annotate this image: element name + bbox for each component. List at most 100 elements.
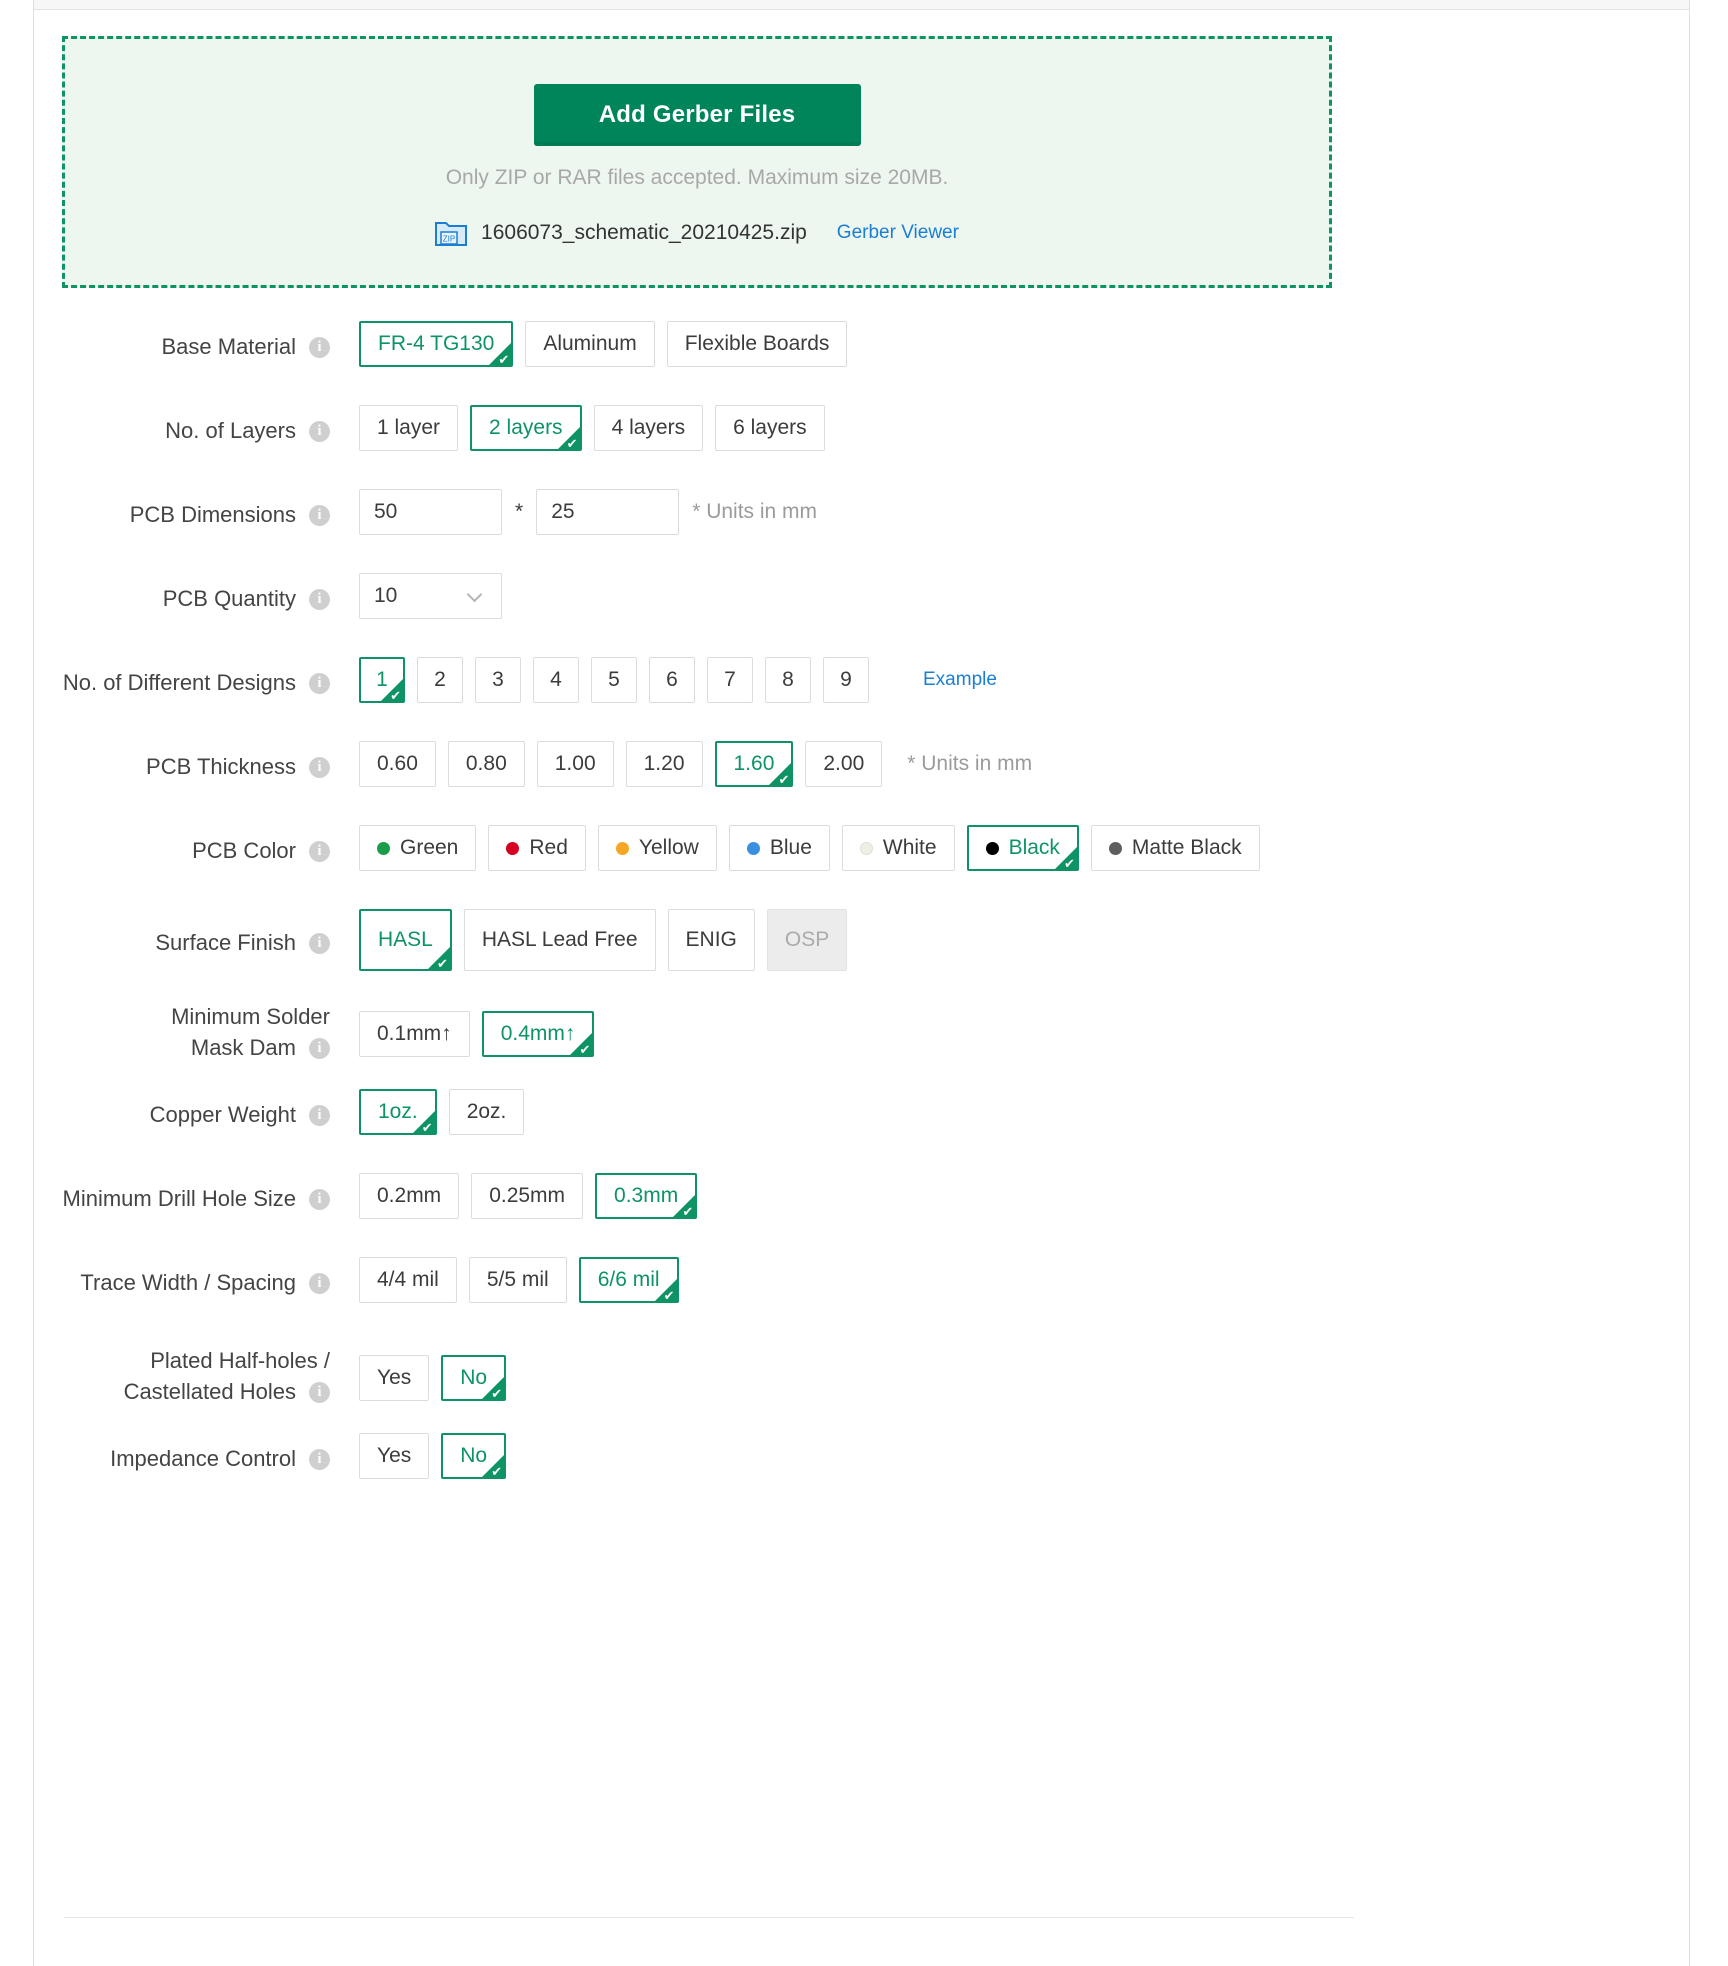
option-label: 0.2mm: [377, 1184, 442, 1207]
options-dimensions: * * Units in mm: [330, 489, 817, 535]
option-color-white[interactable]: White: [841, 825, 955, 871]
top-strip: [33, 0, 1690, 10]
option-color-yellow[interactable]: Yellow: [597, 825, 717, 871]
option-label: Flexible Boards: [684, 332, 830, 355]
label-dimensions: PCB Dimensions i: [34, 489, 330, 529]
option-designs-8[interactable]: 8: [765, 657, 811, 703]
option-copper-1oz[interactable]: 1oz. ✔: [359, 1089, 437, 1135]
info-icon[interactable]: i: [309, 1272, 330, 1294]
option-designs-9[interactable]: 9: [823, 657, 869, 703]
option-label: Yellow: [638, 836, 699, 859]
quantity-dropdown[interactable]: 10: [359, 573, 502, 619]
option-drill-025[interactable]: 0.25mm: [471, 1173, 584, 1219]
option-designs-1[interactable]: 1 ✔: [359, 657, 405, 703]
option-color-green[interactable]: Green: [359, 825, 477, 871]
right-border: [1689, 0, 1690, 1966]
option-mask-dam-01[interactable]: 0.1mm↑: [359, 1011, 470, 1057]
label-text: No. of Layers: [165, 418, 296, 443]
option-label: 5: [608, 668, 620, 691]
option-drill-03[interactable]: 0.3mm ✔: [595, 1173, 698, 1219]
row-different-designs: No. of Different Designs i 1 ✔ 2 3 4 5 6 7…: [34, 657, 1689, 715]
option-finish-hasl[interactable]: HASL ✔: [359, 909, 452, 971]
option-thickness-080[interactable]: 0.80: [447, 741, 525, 787]
info-icon[interactable]: i: [309, 420, 330, 442]
option-label: 1: [376, 668, 388, 691]
info-icon[interactable]: i: [309, 672, 330, 694]
info-icon[interactable]: i: [309, 1104, 330, 1126]
option-mask-dam-04[interactable]: 0.4mm↑ ✔: [481, 1011, 595, 1057]
option-base-material-fr4[interactable]: FR-4 TG130 ✔: [359, 321, 514, 367]
row-surface-finish: Surface Finish i HASL ✔ HASL Lead Free ENI…: [34, 909, 1689, 971]
option-thickness-120[interactable]: 1.20: [625, 741, 703, 787]
row-base-material: Base Material i FR-4 TG130 ✔ Aluminum Flex…: [34, 321, 1689, 379]
designs-example-link[interactable]: Example: [923, 669, 997, 691]
option-color-red[interactable]: Red: [488, 825, 586, 871]
option-thickness-100[interactable]: 1.00: [536, 741, 614, 787]
gerber-upload-dropzone[interactable]: Add Gerber Files Only ZIP or RAR files a…: [62, 36, 1332, 288]
option-designs-5[interactable]: 5: [591, 657, 637, 703]
option-label: 3: [492, 668, 504, 691]
option-half-holes-no[interactable]: No ✔: [441, 1355, 507, 1401]
info-icon[interactable]: i: [309, 932, 330, 954]
pcb-height-input[interactable]: [536, 489, 680, 535]
option-copper-2oz[interactable]: 2oz.: [448, 1089, 525, 1135]
option-designs-2[interactable]: 2: [417, 657, 463, 703]
info-icon[interactable]: i: [309, 1037, 330, 1059]
label-text: PCB Quantity: [162, 586, 296, 611]
option-trace-66[interactable]: 6/6 mil ✔: [578, 1257, 679, 1303]
info-icon[interactable]: i: [309, 1381, 330, 1403]
option-thickness-160[interactable]: 1.60 ✔: [714, 741, 794, 787]
option-finish-enig[interactable]: ENIG: [667, 909, 755, 971]
add-gerber-files-button[interactable]: Add Gerber Files: [533, 84, 861, 146]
option-color-black[interactable]: Black ✔: [966, 825, 1079, 871]
label-text: Base Material: [161, 334, 296, 359]
option-designs-3[interactable]: 3: [475, 657, 521, 703]
info-icon[interactable]: i: [309, 756, 330, 778]
options-drill-hole-size: 0.2mm 0.25mm 0.3mm ✔: [330, 1173, 709, 1219]
option-drill-02[interactable]: 0.2mm: [359, 1173, 460, 1219]
option-trace-44[interactable]: 4/4 mil: [359, 1257, 457, 1303]
option-layers-4[interactable]: 4 layers: [593, 405, 704, 451]
option-base-material-aluminum[interactable]: Aluminum: [525, 321, 655, 367]
option-half-holes-yes[interactable]: Yes: [359, 1355, 430, 1401]
option-base-material-flexible[interactable]: Flexible Boards: [666, 321, 848, 367]
info-icon[interactable]: i: [309, 336, 330, 358]
option-layers-6[interactable]: 6 layers: [715, 405, 825, 451]
option-label: Blue: [769, 836, 812, 859]
option-label: 1oz.: [378, 1100, 418, 1123]
option-label: 0.1mm↑: [377, 1022, 452, 1045]
option-layers-1[interactable]: 1 layer: [359, 405, 459, 451]
option-label: Yes: [377, 1444, 412, 1467]
option-thickness-060[interactable]: 0.60: [359, 741, 436, 787]
option-finish-hasl-lead-free[interactable]: HASL Lead Free: [463, 909, 656, 971]
option-impedance-no[interactable]: No ✔: [441, 1433, 507, 1479]
info-icon[interactable]: i: [309, 588, 330, 610]
info-icon[interactable]: i: [309, 840, 330, 862]
label-base-material: Base Material i: [34, 321, 330, 361]
option-color-blue[interactable]: Blue: [728, 825, 830, 871]
option-designs-4[interactable]: 4: [533, 657, 579, 703]
option-thickness-200[interactable]: 2.00: [805, 741, 883, 787]
row-layers: No. of Layers i 1 layer 2 layers ✔ 4 layer…: [34, 405, 1689, 463]
option-designs-7[interactable]: 7: [707, 657, 753, 703]
label-different-designs: No. of Different Designs i: [34, 657, 330, 697]
option-label: Green: [400, 836, 459, 859]
row-drill-hole-size: Minimum Drill Hole Size i 0.2mm 0.25mm 0.…: [34, 1173, 1689, 1231]
gerber-viewer-link[interactable]: Gerber Viewer: [837, 222, 959, 244]
info-icon[interactable]: i: [309, 504, 330, 526]
option-layers-2[interactable]: 2 layers ✔: [470, 405, 582, 451]
option-trace-55[interactable]: 5/5 mil: [468, 1257, 567, 1303]
info-icon[interactable]: i: [309, 1448, 330, 1470]
label-text: PCB Color: [192, 838, 296, 863]
option-designs-6[interactable]: 6: [649, 657, 695, 703]
option-label: 0.80: [465, 752, 507, 775]
pcb-width-input[interactable]: [359, 489, 502, 535]
option-label: 1.60: [733, 752, 775, 775]
option-color-matte-black[interactable]: Matte Black: [1090, 825, 1260, 871]
label-trace-width: Trace Width / Spacing i: [34, 1257, 330, 1297]
option-impedance-yes[interactable]: Yes: [359, 1433, 430, 1479]
pcb-spec-form: Base Material i FR-4 TG130 ✔ Aluminum Flex…: [34, 321, 1689, 1517]
option-label: 0.25mm: [489, 1184, 566, 1207]
info-icon[interactable]: i: [309, 1188, 330, 1210]
quantity-value[interactable]: 10: [359, 573, 502, 619]
